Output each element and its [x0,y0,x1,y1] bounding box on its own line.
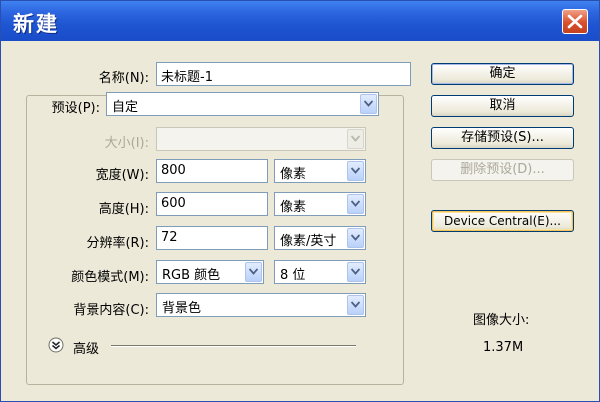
save-preset-button[interactable]: 存储预设(S)... [431,127,574,149]
image-size-label: 图像大小: [473,313,530,328]
size-select [156,127,366,151]
background-select[interactable]: 背景色 [156,293,366,317]
preset-label: 预设(P): [49,97,102,116]
dropdown-arrow-icon[interactable] [347,262,364,282]
close-icon [567,14,583,29]
width-label: 宽度(W): [95,168,149,183]
height-input[interactable]: 600 [156,192,268,216]
close-button[interactable] [562,9,588,34]
ok-button[interactable]: 确定 [431,63,574,85]
name-label: 名称(N): [98,71,149,86]
dropdown-arrow-icon[interactable] [360,94,377,114]
resolution-label: 分辨率(R): [86,236,149,251]
dropdown-arrow-icon[interactable] [245,262,262,282]
cancel-button[interactable]: 取消 [431,95,574,117]
dropdown-arrow-icon[interactable] [347,228,364,248]
image-size-value: 1.37M [483,340,524,355]
preset-value: 自定 [112,100,139,115]
dropdown-arrow-icon[interactable] [347,161,364,181]
bit-depth-value: 8 位 [280,268,306,283]
advanced-separator [111,345,356,347]
resolution-unit-value: 像素/英寸 [280,234,337,249]
color-mode-select[interactable]: RGB 颜色 [156,260,264,284]
height-label: 高度(H): [98,202,149,217]
dropdown-arrow-icon[interactable] [347,295,364,315]
dropdown-arrow-icon [347,129,364,149]
name-input[interactable]: 未标题-1 [156,62,411,86]
color-mode-label: 颜色模式(M): [71,270,149,285]
resolution-unit-select[interactable]: 像素/英寸 [274,226,366,250]
width-unit-select[interactable]: 像素 [274,159,366,183]
advanced-label[interactable]: 高级 [73,338,99,357]
expand-chevron-icon[interactable] [48,337,64,353]
background-label: 背景内容(C): [73,303,149,318]
height-unit-select[interactable]: 像素 [274,192,366,216]
dropdown-arrow-icon[interactable] [347,194,364,214]
resolution-input[interactable]: 72 [156,226,268,250]
background-value: 背景色 [162,301,202,316]
preset-select[interactable]: 自定 [106,92,379,116]
dialog-title: 新建 [13,12,59,36]
width-input[interactable]: 800 [156,159,268,183]
new-document-dialog: 新建 名称(N): 未标题-1 预设(P): 自定 大小(I): 宽度(W): … [0,0,600,402]
device-central-button[interactable]: Device Central(E)... [431,210,574,232]
bit-depth-select[interactable]: 8 位 [274,260,366,284]
size-label: 大小(I): [104,136,149,151]
height-unit-value: 像素 [280,200,307,215]
title-bar[interactable]: 新建 [1,1,599,41]
color-mode-value: RGB 颜色 [162,268,221,283]
width-unit-value: 像素 [280,167,307,182]
delete-preset-button: 删除预设(D)... [431,159,574,181]
